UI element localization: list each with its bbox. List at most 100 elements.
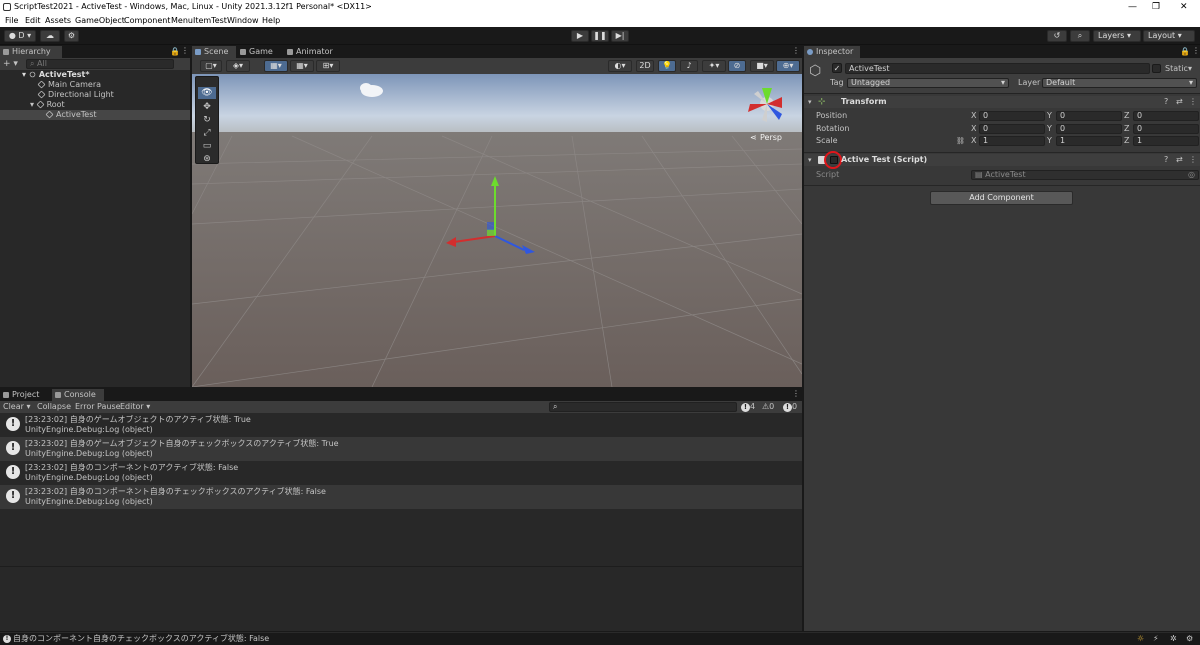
audio-toggle-icon[interactable]: ♪ [680,60,698,72]
tab-hierarchy[interactable]: Hierarchy [0,46,62,58]
collab-icon[interactable]: ⚙ [64,30,79,42]
hierarchy-item-main-camera[interactable]: Main Camera [37,80,101,90]
clear-button[interactable]: Clear ▾ [3,401,30,413]
hierarchy-item-directional-light[interactable]: Directional Light [37,90,114,100]
position-x-input[interactable]: 0 [979,111,1045,121]
log-entry[interactable]: ! [23:23:02] 自身のゲームオブジェクト自身のチェックボックスのアクテ… [0,437,802,461]
position-y-input[interactable]: 0 [1056,111,1122,121]
menu-file[interactable]: File [5,14,18,27]
step-button[interactable]: ▶| [611,30,629,42]
log-entry[interactable]: ! [23:23:02] 自身のコンポーネントのアクティブ状態: False U… [0,461,802,485]
axis-z-label[interactable]: Z [1124,136,1129,146]
transform-header[interactable]: ▾ ⊹ Transform ? ⇄ ⋮ [804,96,1200,108]
move-tool-icon[interactable]: ✥ [198,101,216,113]
rotation-x-input[interactable]: 0 [979,124,1045,134]
settings-icon[interactable]: ⚙ [1186,633,1193,645]
help-icon[interactable]: ? [1164,154,1168,166]
transform-tool-icon[interactable]: ⊛ [198,153,216,165]
component-menu-icon[interactable]: ⋮ [1189,96,1197,108]
collapse-toggle[interactable]: Collapse [37,401,71,413]
log-count-toggle[interactable]: ! 4 [741,401,755,413]
tab-console[interactable]: Console [52,389,104,401]
cloud-icon[interactable]: ☁ [40,30,60,42]
component-menu-icon[interactable]: ⋮ [1189,154,1197,166]
menu-window[interactable]: Window [227,14,259,27]
scale-tool-icon[interactable]: ⤢ [198,127,216,139]
grid-snap-dropdown[interactable]: ▦▾ [264,60,288,72]
progress-icon[interactable]: ☼ [1137,633,1144,645]
tab-animator[interactable]: Animator [284,46,344,58]
axis-z-label[interactable]: Z [1124,124,1129,134]
camera-dropdown[interactable]: ■▾ [750,60,774,72]
object-name-input[interactable]: ActiveTest [845,63,1150,74]
help-icon[interactable]: ? [1164,96,1168,108]
layers-dropdown[interactable]: Layers ▾ [1093,30,1141,42]
close-button[interactable]: ✕ [1180,0,1188,14]
preset-icon[interactable]: ⇄ [1176,96,1183,108]
axis-x-label[interactable]: X [971,124,976,134]
menu-edit[interactable]: Edit [25,14,41,27]
tab-game[interactable]: Game [237,46,283,58]
shading-dropdown[interactable]: ◐▾ [608,60,632,72]
log-entry[interactable]: ! [23:23:02] 自身のゲームオブジェクトのアクティブ状態: True … [0,413,802,437]
menu-menuitemtest[interactable]: MenuItemTest [171,14,227,27]
menu-component[interactable]: Component [124,14,170,27]
scale-x-input[interactable]: 1 [979,136,1045,146]
rotation-y-input[interactable]: 0 [1056,124,1122,134]
tab-scene[interactable]: Scene [192,46,236,58]
hierarchy-search-input[interactable]: ⌕ All [26,59,174,69]
preset-icon[interactable]: ⇄ [1176,154,1183,166]
layer-dropdown[interactable]: Default ▾ [1042,78,1197,88]
tag-dropdown[interactable]: Untagged ▾ [847,78,1009,88]
static-checkbox[interactable] [1152,64,1161,73]
warning-count-toggle[interactable]: ⚠0 [762,401,774,413]
tab-inspector[interactable]: Inspector [804,46,860,58]
axis-z-label[interactable]: Z [1124,111,1129,121]
more-menu-icon[interactable]: ⋮ [792,389,800,398]
axis-y-label[interactable]: Y [1047,111,1052,121]
log-entry[interactable]: ! [23:23:02] 自身のコンポーネント自身のチェックボックスのアクティブ… [0,485,802,509]
lock-icon[interactable]: 🔒 [1180,47,1190,56]
pause-button[interactable]: ❚❚ [591,30,609,42]
error-count-toggle[interactable]: ! 0 [783,401,797,413]
play-button[interactable]: ▶ [571,30,589,42]
layout-dropdown[interactable]: Layout ▾ [1143,30,1195,42]
account-dropdown[interactable]: ● D ▾ [4,30,36,42]
scene-viewport[interactable]: Persp ⋖ [192,74,802,387]
static-dropdown[interactable]: ▾ [1188,64,1192,73]
scene-root-item[interactable]: ▾ ActiveTest* [22,70,90,80]
console-detail-divider[interactable] [0,566,802,567]
constrain-proportions-icon[interactable]: ⛓ [956,136,965,146]
draw-mode-dropdown[interactable]: ▢▾ [200,60,222,72]
more-menu-icon[interactable]: ⋮ [181,46,189,55]
axis-x-label[interactable]: X [971,111,976,121]
menu-help[interactable]: Help [262,14,280,27]
more-menu-icon[interactable]: ⋮ [1192,46,1200,55]
add-button[interactable]: + ▾ [3,58,18,70]
add-component-button[interactable]: Add Component [930,191,1073,205]
scale-z-input[interactable]: 1 [1133,136,1199,146]
gizmos-dropdown[interactable]: ⊕▾ [776,60,800,72]
move-increment-dropdown[interactable]: ⊞▾ [316,60,340,72]
tab-project[interactable]: Project [0,389,50,401]
foldout-arrow-icon[interactable]: ▾ [808,96,812,108]
rotate-tool-icon[interactable]: ↻ [198,114,216,126]
foldout-arrow-icon[interactable]: ▾ [808,154,812,166]
render-mode-dropdown[interactable]: ◈▾ [226,60,250,72]
status-message[interactable]: 自身のコンポーネント自身のチェックボックスのアクティブ状態: False [13,633,269,645]
position-z-input[interactable]: 0 [1133,111,1199,121]
network-icon[interactable]: ⚡ [1153,633,1159,645]
lock-icon[interactable]: 🔒 [170,47,180,56]
scale-y-input[interactable]: 1 [1056,136,1122,146]
axis-x-label[interactable]: X [971,136,976,146]
object-picker-icon[interactable]: ◎ [1188,171,1195,179]
bug-icon[interactable]: ✲ [1170,633,1177,645]
script-component-header[interactable]: ▾ Active Test (Script) ? ⇄ ⋮ [804,151,1200,169]
editor-dropdown[interactable]: Editor ▾ [120,401,150,413]
console-search-input[interactable]: ⌕ [549,402,737,412]
hierarchy-item-root[interactable]: ▾ Root [30,100,65,110]
menu-assets[interactable]: Assets [45,14,71,27]
axis-y-label[interactable]: Y [1047,124,1052,134]
view-tool-icon[interactable]: 👁 [198,87,216,99]
effects-dropdown[interactable]: ✦▾ [702,60,726,72]
